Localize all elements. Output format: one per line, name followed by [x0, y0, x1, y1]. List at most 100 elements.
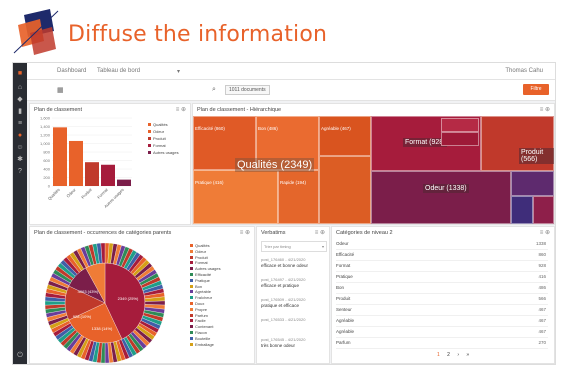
category-count: 416 — [538, 274, 546, 279]
x-tick-label: Format — [96, 187, 109, 200]
search-icon[interactable]: ⌕ — [212, 86, 216, 94]
table-row[interactable]: Format 928 — [336, 263, 548, 272]
treemap-label-produit: Produit (566) — [519, 148, 554, 164]
verbatim-text[interactable]: très bonne odeur — [261, 343, 295, 348]
bar[interactable] — [117, 179, 131, 186]
chevron-down-icon[interactable]: ▾ — [177, 68, 180, 75]
legend-swatch — [190, 336, 193, 340]
panel-menu-icon[interactable]: ≡ ⊕ — [315, 229, 325, 236]
table-row[interactable]: Efficacité 860 — [336, 252, 548, 261]
panel-menu-icon[interactable]: ≡ ⊕ — [540, 229, 550, 236]
treemap-tile-odeur[interactable] — [371, 171, 511, 224]
users-icon[interactable]: ☺ — [16, 144, 24, 151]
treemap-tile-other2[interactable] — [511, 196, 533, 224]
legend-label: Autres usages — [195, 266, 221, 272]
x-tick-label: Odeur — [65, 187, 77, 199]
category-count: 928 — [538, 263, 546, 268]
treemap-tile-rapide[interactable]: Rapide (194) — [278, 170, 319, 224]
dashboard-icon[interactable]: ● — [16, 132, 24, 139]
table-row[interactable]: Pratique 416 — [336, 274, 548, 283]
panel-menu-icon[interactable]: ≡ ⊕ — [240, 229, 250, 236]
treemap-label-odeur: Odeur (1338) — [423, 184, 469, 193]
next-page-button[interactable]: › — [457, 352, 459, 358]
list-icon[interactable]: ≡ — [16, 120, 24, 127]
calendar-icon[interactable]: ▦ — [57, 86, 64, 94]
sidebar-logo-icon[interactable]: ■ — [16, 70, 24, 77]
tag-icon[interactable]: ◆ — [16, 96, 24, 103]
breadcrumb-board[interactable]: Tableau de bord — [97, 68, 140, 74]
table-row[interactable]: Bon 486 — [336, 285, 548, 294]
treemap-tile-qualites-other[interactable] — [319, 156, 371, 224]
treemap-tile-format-sub2[interactable] — [441, 132, 479, 146]
category-name: Produit — [336, 296, 351, 301]
logo-icon — [13, 9, 59, 55]
category-name: Format — [336, 263, 351, 268]
treemap-tile-other1[interactable] — [511, 171, 554, 196]
table-row[interactable]: Agréable 467 — [336, 318, 548, 327]
legend-swatch — [190, 255, 193, 259]
verbatim-meta: post_176545 - 4/21/2020 — [261, 337, 306, 342]
panel-menu-icon[interactable]: ≡ ⊕ — [540, 106, 550, 113]
power-icon[interactable]: ⏻ — [16, 352, 24, 359]
treemap-tile-format-sub[interactable] — [441, 118, 479, 132]
bar[interactable] — [53, 127, 67, 186]
category-count: 486 — [538, 285, 546, 290]
table-row[interactable]: Senteur 467 — [336, 307, 548, 316]
treemap-tile-pratique[interactable]: Pratique (416) — [193, 170, 278, 224]
verbatim-text[interactable]: pratique et efficace — [261, 303, 299, 308]
sunburst-label: 2349 (25%) — [118, 296, 139, 301]
panel-menu-icon[interactable]: ≡ ⊕ — [176, 106, 186, 113]
table-row[interactable]: Produit 566 — [336, 296, 548, 305]
table-row[interactable]: Agréable 467 — [336, 329, 548, 338]
help-icon[interactable]: ? — [16, 168, 24, 175]
home-icon[interactable]: ⌂ — [16, 84, 24, 91]
legend-item[interactable]: Emballage — [190, 342, 252, 348]
legend-label: Odeur — [195, 248, 207, 254]
verbatim-sort-select[interactable]: Trier par timing ▾ — [261, 241, 327, 252]
app-window: ■ ⌂ ◆ ▮ ≡ ● ☺ ✱ ? ⏻ Dashboard Tableau de… — [12, 62, 556, 365]
legend-label: Propre — [195, 306, 208, 312]
breadcrumb-dashboard[interactable]: Dashboard — [57, 68, 86, 74]
chart-icon[interactable]: ▮ — [16, 108, 24, 115]
legend-swatch — [190, 249, 193, 253]
bar[interactable] — [69, 140, 83, 186]
table-row[interactable]: Odeur 1338 — [336, 241, 548, 250]
legend-swatch — [148, 130, 151, 133]
bar[interactable] — [85, 162, 99, 186]
verbatim-meta: post_176460 - 4/21/2020 — [261, 257, 306, 262]
category-count: 566 — [538, 296, 546, 301]
category-count: 467 — [538, 307, 546, 312]
table-row[interactable]: Parfum 270 — [336, 340, 548, 349]
legend-swatch — [190, 313, 193, 317]
settings-icon[interactable]: ✱ — [16, 156, 24, 163]
last-page-button[interactable]: » — [466, 352, 469, 358]
verbatim-text[interactable]: efficace et bonne odeur — [261, 263, 308, 268]
sunburst-panel: Plan de classement - occurrences de caté… — [29, 226, 255, 364]
chevron-down-icon: ▾ — [321, 244, 324, 249]
y-tick-label: 1,600 — [40, 116, 51, 121]
verbatim-text[interactable]: efficace et pratique — [261, 283, 299, 288]
legend-label: Flacon — [195, 329, 208, 335]
legend-label: Bouteille — [195, 335, 211, 341]
page-2-button[interactable]: 2 — [447, 352, 450, 358]
user-menu[interactable]: Thomas Cahu — [505, 68, 543, 74]
legend-label: Emballage — [195, 341, 214, 347]
bar[interactable] — [101, 164, 115, 186]
verbatim-meta: post_176533 - 4/21/2020 — [261, 317, 306, 322]
y-tick-label: 800 — [43, 150, 50, 155]
category-count: 860 — [538, 252, 546, 257]
legend-swatch — [148, 123, 151, 126]
category-name: Agréable — [336, 318, 355, 323]
filter-button[interactable]: Filtre — [523, 84, 549, 95]
legend-swatch — [148, 144, 151, 147]
treemap-tile-other3[interactable] — [533, 196, 554, 224]
page-1-button[interactable]: 1 — [437, 352, 440, 358]
y-tick-label: 1,400 — [40, 124, 51, 129]
y-tick-label: 1,200 — [40, 133, 51, 138]
documents-count-badge: 1011 documents — [225, 85, 270, 95]
treemap-tile-agreable[interactable]: Agréable (467) — [319, 116, 371, 156]
legend-swatch — [190, 319, 193, 323]
y-tick-label: 400 — [43, 167, 50, 172]
category-name: Pratique — [336, 274, 353, 279]
verbatim-meta: post_176497 - 4/21/2020 — [261, 277, 306, 282]
